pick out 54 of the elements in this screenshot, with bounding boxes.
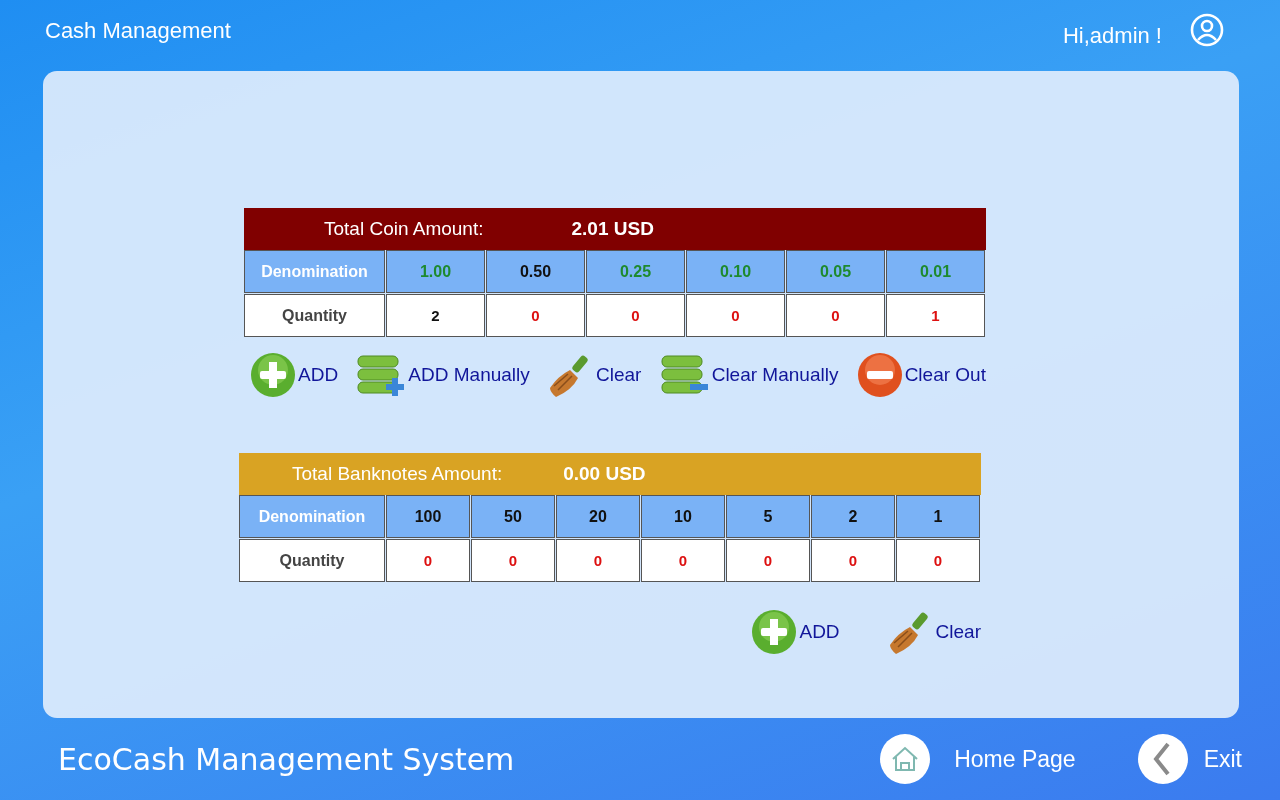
table-cell: 0 [586,294,685,337]
denomination-value: 2 [848,507,858,526]
denomination-value: 1 [933,507,943,526]
page-title: Cash Management [45,17,231,44]
clear-button[interactable]: Clear [548,352,642,398]
table-cell: 0 [471,539,555,582]
table-cell: Denomination [239,495,385,538]
denomination-value: 0.50 [519,262,552,281]
denomination-value: 0.25 [619,262,652,281]
denomination-value: 100 [414,507,442,526]
add-button[interactable]: ADD [751,609,840,655]
minus-circle-icon [856,352,903,398]
table-cell: Quantity [244,294,385,337]
back-icon [1137,734,1188,784]
denomination-value: 5 [763,507,773,526]
exit-button[interactable]: Exit [1137,734,1242,784]
system-name: EcoCash Management System [58,741,515,777]
table-cell: 0 [726,539,810,582]
stack-plus-icon [356,354,407,396]
denomination-value: 50 [504,507,522,526]
denomination-value: 1.00 [419,262,452,281]
clear-button[interactable]: Clear [887,609,981,655]
table-cell: 0 [896,539,980,582]
table-cell: Quantity [239,539,385,582]
clear-out-button[interactable]: Clear Out [856,352,986,398]
greeting: Hi,admin ! [1062,22,1162,49]
table-cell: 0 [386,539,470,582]
table-cell: 0 [641,539,725,582]
denomination-value: 10 [674,507,692,526]
plus-circle-icon [250,352,296,398]
table-cell: 2 [386,294,485,337]
total-label: Total Coin Amount: [324,218,484,240]
plus-circle-icon [751,609,798,655]
stack-minus-icon [659,354,710,396]
home-page-button[interactable]: Home Page [880,734,1076,784]
table-cell: 1 [886,294,985,337]
add-button[interactable]: ADD [250,352,339,398]
clear-manually-button[interactable]: Clear Manually [659,354,839,396]
table-cell: 0 [686,294,785,337]
table-cell: 0 [486,294,585,337]
table-cell: Denomination [244,250,385,293]
denomination-value: 0.05 [819,262,852,281]
denomination-value: 0.10 [719,262,752,281]
total-value: 2.01 USD [571,218,654,240]
add-manually-button[interactable]: ADD Manually [356,354,530,396]
table-cell: 0 [556,539,640,582]
user-icon[interactable] [1190,12,1224,47]
denomination-value: 0.01 [919,262,952,281]
denomination-value: 20 [589,507,607,526]
home-icon [880,734,931,784]
table-cell: 0 [786,294,885,337]
table-cell: 0 [811,539,895,582]
total-label: Total Banknotes Amount: [292,463,503,485]
total-value: 0.00 USD [563,463,646,485]
